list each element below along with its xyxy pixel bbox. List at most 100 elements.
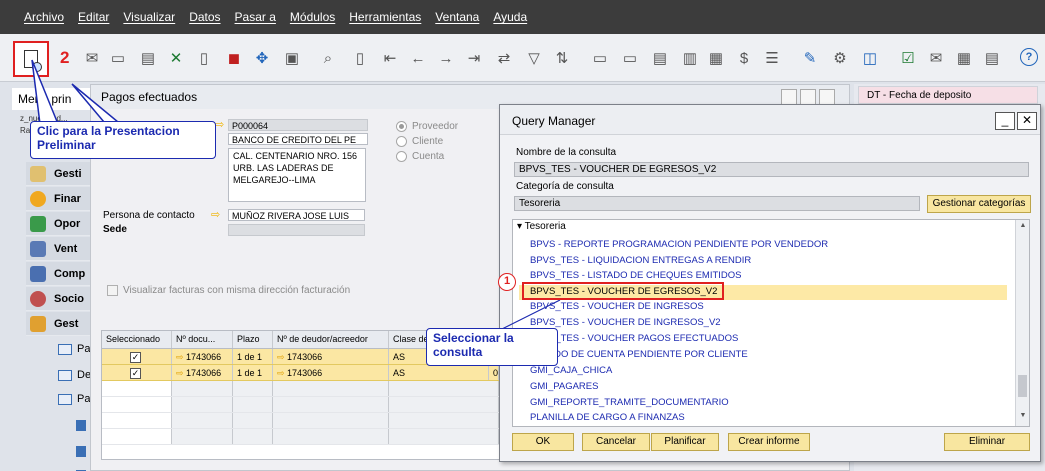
- scroll-thumb[interactable]: [1018, 375, 1027, 397]
- nav-socios[interactable]: Socio: [26, 287, 100, 311]
- transaction-journal-icon[interactable]: ▥: [680, 48, 700, 68]
- query-item[interactable]: GMI_PAGARES: [530, 381, 598, 392]
- message-icon[interactable]: ✉: [926, 48, 946, 68]
- nav-gestion-bancos[interactable]: Gest: [26, 312, 100, 336]
- qm-close-button[interactable]: ✕: [1017, 112, 1037, 130]
- query-category-field[interactable]: Tesoreria: [514, 196, 920, 211]
- sede-field[interactable]: [228, 224, 365, 236]
- amount-icon[interactable]: $: [734, 48, 754, 68]
- print-preview-button[interactable]: [13, 41, 49, 77]
- query-item[interactable]: BPVS_TES - VOUCHER PAGOS EFECTUADOS: [530, 333, 738, 344]
- last-record-icon[interactable]: ⇥: [464, 48, 484, 68]
- nav-ventas[interactable]: Vent: [26, 237, 100, 261]
- query-list-scrollbar[interactable]: ▲ ▼: [1015, 220, 1029, 426]
- filter-icon[interactable]: ▽: [524, 48, 544, 68]
- lock-icon[interactable]: ▣: [282, 48, 302, 68]
- contact-link-arrow-icon[interactable]: ⇨: [211, 210, 223, 221]
- query-name-field[interactable]: BPVS_TES - VOUCHER DE EGRESOS_V2: [514, 162, 1029, 177]
- col-deudor[interactable]: Nº de deudor/acreedor: [273, 331, 389, 348]
- radio-proveedor[interactable]: Proveedor: [396, 121, 458, 132]
- minimize-button[interactable]: [781, 89, 797, 105]
- same-address-checkbox[interactable]: [107, 285, 118, 296]
- cancel-button[interactable]: Cancelar: [582, 433, 650, 451]
- calendar-icon[interactable]: ▦: [954, 48, 974, 68]
- maximize-button[interactable]: [800, 89, 816, 105]
- next-record-icon[interactable]: →: [436, 48, 456, 68]
- query-item[interactable]: BPVS - REPORTE PROGRAMACION PENDIENTE PO…: [530, 239, 828, 250]
- gross-profit-icon[interactable]: ▤: [650, 48, 670, 68]
- sms-icon[interactable]: ▭: [108, 48, 128, 68]
- qm-minimize-button[interactable]: _: [995, 112, 1015, 130]
- query-item[interactable]: BPVS_TES - LIQUIDACION ENTREGAS A RENDIR: [530, 255, 751, 266]
- menu-modulos[interactable]: Módulos: [290, 10, 335, 24]
- email-icon[interactable]: ✉: [82, 48, 102, 68]
- radio-cuenta[interactable]: Cuenta: [396, 151, 444, 162]
- col-plazo[interactable]: Plazo: [233, 331, 273, 348]
- radio-cliente[interactable]: Cliente: [396, 136, 443, 147]
- menu-archivo[interactable]: Archivo: [24, 10, 64, 24]
- link-arrow-icon[interactable]: ⇨: [277, 368, 287, 378]
- find-icon[interactable]: ⌕: [318, 48, 338, 68]
- fax-icon[interactable]: ▤: [138, 48, 158, 68]
- menu-editar[interactable]: Editar: [78, 10, 109, 24]
- menu-pasar-a[interactable]: Pasar a: [235, 10, 276, 24]
- main-menu-tab[interactable]: Menú prin: [12, 88, 90, 110]
- target-document-icon[interactable]: ▭: [620, 48, 640, 68]
- database-icon[interactable]: ◫: [860, 48, 880, 68]
- query-item[interactable]: PLANILLA DE CARGO A FINANZAS: [530, 412, 685, 423]
- ok-button[interactable]: OK: [512, 433, 574, 451]
- query-item[interactable]: BPVS_TES - VOUCHER DE INGRESOS_V2: [530, 317, 721, 328]
- menu-herramientas[interactable]: Herramientas: [349, 10, 421, 24]
- nav-gestion[interactable]: Gesti: [26, 162, 100, 186]
- table-row[interactable]: ✓ ⇨ 1743066 1 de 1 ⇨ 1743066 AS 06: [102, 365, 500, 381]
- vendor-code-field[interactable]: P000064: [228, 119, 368, 131]
- pdf-icon[interactable]: ◼: [224, 48, 244, 68]
- create-report-button[interactable]: Crear informe: [728, 433, 810, 451]
- manage-categories-button[interactable]: Gestionar categorías: [927, 195, 1031, 213]
- calculator-icon[interactable]: ▤: [982, 48, 1002, 68]
- query-item[interactable]: BPVS_TES - LISTADO DE CHEQUES EMITIDOS: [530, 270, 742, 281]
- col-seleccionado[interactable]: Seleccionado: [102, 331, 172, 348]
- scroll-down-icon[interactable]: ▼: [1016, 412, 1029, 424]
- query-item[interactable]: GMI_CAJA_CHICA: [530, 365, 612, 376]
- word-icon[interactable]: ▯: [194, 48, 214, 68]
- refresh-icon[interactable]: ⇄: [494, 48, 514, 68]
- link-arrow-icon[interactable]: ⇨: [277, 352, 287, 362]
- row-select-checkbox[interactable]: ✓: [130, 368, 141, 379]
- link-arrow-icon[interactable]: ⇨: [176, 368, 186, 378]
- checklist-icon[interactable]: ☑: [898, 48, 918, 68]
- settings-icon[interactable]: ⚙: [830, 48, 850, 68]
- nav-oportunidades[interactable]: Opor: [26, 212, 100, 236]
- link-arrow-icon[interactable]: ⇨: [176, 352, 186, 362]
- address-field[interactable]: CAL. CENTENARIO NRO. 156 URB. LAS LADERA…: [228, 148, 366, 202]
- edit-pen-icon[interactable]: ✎: [800, 48, 820, 68]
- scroll-up-icon[interactable]: ▲: [1016, 222, 1029, 234]
- move-icon[interactable]: ✥: [252, 48, 272, 68]
- menu-visualizar[interactable]: Visualizar: [123, 10, 175, 24]
- nav-finanzas[interactable]: Finar: [26, 187, 100, 211]
- delete-button[interactable]: Eliminar: [944, 433, 1030, 451]
- contact-field[interactable]: MUÑOZ RIVERA JOSE LUIS: [228, 209, 365, 221]
- col-documento[interactable]: Nº docu...: [172, 331, 233, 348]
- query-item[interactable]: GMI_REPORTE_TRAMITE_DOCUMENTARIO: [530, 397, 729, 408]
- excel-icon[interactable]: ✕: [166, 48, 186, 68]
- previous-record-icon[interactable]: ←: [408, 48, 428, 68]
- list-icon[interactable]: ☰: [762, 48, 782, 68]
- nav-compras[interactable]: Comp: [26, 262, 100, 286]
- menu-ayuda[interactable]: Ayuda: [493, 10, 527, 24]
- row-select-checkbox[interactable]: ✓: [130, 352, 141, 363]
- query-item[interactable]: ESTADO DE CUENTA PENDIENTE POR CLIENTE: [530, 349, 748, 360]
- close-button[interactable]: [819, 89, 835, 105]
- help-icon[interactable]: ?: [1020, 48, 1038, 66]
- first-record-icon[interactable]: ⇤: [380, 48, 400, 68]
- vendor-name-field[interactable]: BANCO DE CREDITO DEL PE: [228, 133, 368, 145]
- base-document-icon[interactable]: ▭: [590, 48, 610, 68]
- layout-icon[interactable]: ▦: [706, 48, 726, 68]
- add-icon[interactable]: ▯: [350, 48, 370, 68]
- query-item[interactable]: BPVS_TES - VOUCHER DE INGRESOS: [530, 301, 704, 312]
- menu-ventana[interactable]: Ventana: [435, 10, 479, 24]
- sort-icon[interactable]: ⇅: [552, 48, 572, 68]
- folder-tesoreria[interactable]: ▾ Tesoreria: [517, 221, 566, 232]
- schedule-button[interactable]: Planificar: [651, 433, 719, 451]
- menu-datos[interactable]: Datos: [189, 10, 220, 24]
